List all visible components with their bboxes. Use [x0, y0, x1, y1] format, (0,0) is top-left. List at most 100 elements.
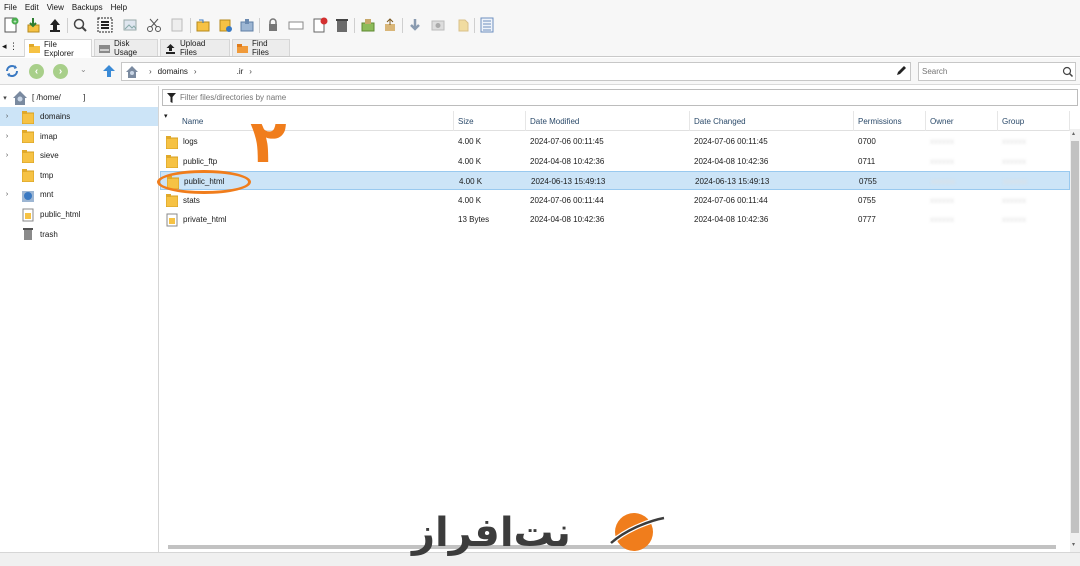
- file-changed: 2024-07-06 00:11:44: [694, 195, 768, 205]
- file-row-logs[interactable]: logs 4.00 K 2024-07-06 00:11:45 2024-07-06 …: [160, 132, 1070, 151]
- refresh-icon[interactable]: [4, 63, 20, 79]
- tree-root[interactable]: ▾ [ /home/ ]: [0, 88, 158, 107]
- menu-edit[interactable]: Edit: [21, 3, 43, 12]
- column-date-changed[interactable]: Date Changed: [690, 111, 854, 131]
- copy-to-icon[interactable]: [216, 16, 234, 34]
- file-size: 4.00 K: [458, 195, 482, 205]
- expand-arrow-icon[interactable]: ›: [2, 152, 12, 159]
- rename-icon[interactable]: [287, 16, 305, 34]
- sort-indicator-icon: ▾: [164, 113, 168, 120]
- extract-icon[interactable]: [359, 16, 377, 34]
- file-row-public-ftp[interactable]: public_ftp 4.00 K 2024-04-08 10:42:36 2024-…: [160, 152, 1070, 171]
- tab-label: Find Files: [252, 39, 269, 57]
- tree-item-sieve[interactable]: › sieve: [0, 146, 158, 165]
- tree-item-domains[interactable]: › domains: [0, 107, 158, 126]
- tree-item-tmp[interactable]: tmp: [0, 166, 158, 185]
- expand-arrow-icon[interactable]: ›: [2, 191, 12, 198]
- expand-arrow-icon[interactable]: ›: [2, 113, 12, 120]
- expand-arrow-icon[interactable]: ›: [2, 133, 12, 140]
- back-icon[interactable]: ‹: [29, 64, 44, 79]
- delete-file-icon[interactable]: [311, 16, 329, 34]
- search-icon[interactable]: [71, 16, 89, 34]
- scroll-thumb[interactable]: [1071, 141, 1079, 533]
- breadcrumb-domain[interactable]: .ir: [237, 67, 244, 76]
- select-all-icon[interactable]: [96, 16, 114, 34]
- file-perms: 0755: [859, 177, 877, 187]
- folder-tree: ▾ [ /home/ ] › domains › imap › sieve tmp › mnt p…: [0, 86, 159, 552]
- cut-icon[interactable]: [145, 16, 163, 34]
- file-row-private-html[interactable]: private_html 13 Bytes 2024-04-08 10:42:36 2…: [160, 210, 1070, 229]
- trash-icon: [22, 227, 34, 241]
- tree-item-label: trash: [40, 229, 58, 239]
- new-file-icon[interactable]: +: [2, 16, 20, 34]
- edit-path-icon[interactable]: [895, 65, 907, 77]
- trash-icon[interactable]: [333, 16, 351, 34]
- file-row-stats[interactable]: stats 4.00 K 2024-07-06 00:11:44 2024-07-06…: [160, 191, 1070, 210]
- tab-label: File Explorer: [44, 39, 74, 58]
- edit-file-icon[interactable]: [454, 16, 472, 34]
- upload-icon[interactable]: [46, 16, 64, 34]
- breadcrumb-domains[interactable]: domains: [158, 67, 188, 76]
- list-view-icon[interactable]: [478, 16, 496, 34]
- tabs-scroll-icon[interactable]: ◂ ⋮: [2, 41, 18, 52]
- column-name[interactable]: Name: [178, 111, 454, 131]
- file-row-public-html[interactable]: public_html 4.00 K 2024-06-13 15:49:13 2024…: [160, 171, 1070, 191]
- path-bar[interactable]: › domains › .ir ›: [121, 62, 911, 81]
- file-changed: 2024-04-08 10:42:36: [694, 215, 769, 225]
- download-arrow-icon[interactable]: [406, 16, 424, 34]
- permissions-icon[interactable]: [264, 16, 282, 34]
- find-folder-icon: [237, 43, 248, 54]
- menu-backups[interactable]: Backups: [68, 3, 107, 12]
- menu-help[interactable]: Help: [107, 3, 131, 12]
- tab-find-files[interactable]: Find Files: [232, 39, 290, 57]
- forward-icon[interactable]: ›: [53, 64, 68, 79]
- globe-folder-icon: [22, 188, 34, 202]
- column-owner[interactable]: Owner: [926, 111, 998, 131]
- logo-text: نت‌افراز: [412, 510, 571, 556]
- tree-item-trash[interactable]: trash: [0, 225, 158, 244]
- menu-file[interactable]: File: [0, 3, 21, 12]
- file-name: logs: [183, 137, 198, 146]
- compress-icon[interactable]: [238, 16, 256, 34]
- collapse-arrow-icon[interactable]: ▾: [0, 94, 10, 102]
- tab-disk-usage[interactable]: Disk Usage: [94, 39, 158, 57]
- file-owner: xxxxxx: [930, 195, 954, 205]
- file-perms: 0777: [858, 215, 876, 225]
- search-icon[interactable]: [1062, 66, 1074, 78]
- move-icon[interactable]: [194, 16, 212, 34]
- filter-input[interactable]: [180, 91, 1060, 104]
- vertical-scrollbar[interactable]: ▴ ▾: [1070, 129, 1080, 552]
- search-field[interactable]: [918, 62, 1076, 81]
- home-icon[interactable]: [125, 65, 139, 79]
- image-icon[interactable]: [121, 16, 139, 34]
- file-name: private_html: [183, 215, 227, 225]
- history-dropdown-icon[interactable]: ⌄: [80, 65, 87, 74]
- up-arrow-icon[interactable]: [101, 63, 117, 79]
- folder-icon: [21, 110, 35, 124]
- search-input[interactable]: [922, 64, 1058, 79]
- tree-item-label: tmp: [40, 170, 54, 180]
- tree-item-label: public_html: [40, 210, 81, 219]
- file-owner: xxxxxx: [930, 137, 954, 146]
- column-date-modified[interactable]: Date Modified: [526, 111, 690, 131]
- filter-field[interactable]: [162, 89, 1078, 106]
- restore-icon[interactable]: [381, 16, 399, 34]
- copy-icon[interactable]: [168, 16, 186, 34]
- menu-bar: File Edit View Backups Help: [0, 0, 1080, 14]
- column-permissions[interactable]: Permissions: [854, 111, 926, 131]
- file-modified: 2024-07-06 00:11:45: [530, 137, 604, 146]
- file-size: 4.00 K: [459, 177, 483, 187]
- tree-item-public-html[interactable]: public_html: [0, 205, 158, 224]
- tab-upload-files[interactable]: Upload Files: [160, 39, 230, 57]
- file-size: 4.00 K: [458, 137, 482, 146]
- column-group[interactable]: Group: [998, 111, 1070, 131]
- download-icon[interactable]: [24, 16, 42, 34]
- tree-item-mnt[interactable]: › mnt: [0, 185, 158, 204]
- file-group: xxxxxx: [1003, 177, 1027, 187]
- tree-item-imap[interactable]: › imap: [0, 127, 158, 146]
- column-size[interactable]: Size: [454, 111, 526, 131]
- file-owner: xxxxxx: [931, 177, 955, 187]
- tab-file-explorer[interactable]: File Explorer: [24, 39, 92, 58]
- menu-view[interactable]: View: [43, 3, 68, 12]
- view-icon[interactable]: [429, 16, 447, 34]
